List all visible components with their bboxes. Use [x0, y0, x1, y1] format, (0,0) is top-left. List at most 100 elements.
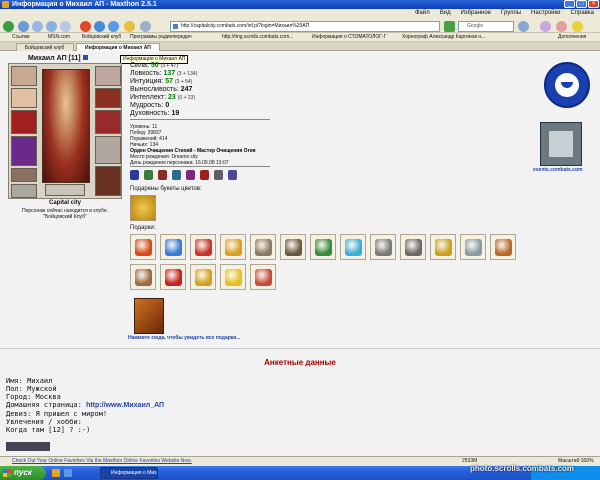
link-choreographer[interactable]: Хореограф Александр Каргинов н... — [402, 33, 485, 42]
maxthon-icon[interactable] — [3, 21, 14, 32]
window-title-bar: Информация о Михаил АП - Maxthon 2.5.1 — [0, 0, 600, 9]
gift-icon[interactable] — [490, 234, 516, 260]
refresh-icon[interactable] — [94, 21, 105, 32]
up-icon[interactable] — [46, 21, 57, 32]
search-input[interactable]: Google — [458, 21, 514, 32]
medal-icon[interactable] — [172, 170, 181, 180]
gift-icon[interactable] — [340, 234, 366, 260]
menu-file[interactable]: Файл — [415, 10, 430, 16]
maximize-button[interactable]: □ — [576, 0, 587, 8]
search-icon[interactable] — [518, 21, 529, 32]
stat-label: Выносливость: — [130, 86, 179, 93]
menu-groups[interactable]: Группы — [501, 10, 521, 16]
gift-icon[interactable] — [130, 264, 156, 290]
medal-icon[interactable] — [158, 170, 167, 180]
gift-icon[interactable] — [220, 264, 246, 290]
menu-settings[interactable]: Настройки — [531, 10, 560, 16]
gift-icon[interactable] — [220, 234, 246, 260]
location-text: Персонаж сейчас находится в клубе. "Бойц… — [8, 208, 122, 220]
see-all-gifts-link[interactable]: Нажмите сюда, чтобы увидеть все подарки.… — [128, 335, 241, 341]
gift-icon[interactable] — [430, 234, 456, 260]
slot-shield[interactable] — [95, 110, 121, 134]
tab-fight-club[interactable]: Бойцовский клуб — [16, 43, 74, 51]
rss-icon[interactable] — [572, 21, 583, 32]
mail-icon[interactable] — [556, 21, 567, 32]
stat-label: Интуиция: — [130, 78, 164, 85]
gift-icon[interactable] — [460, 234, 486, 260]
medal-icon[interactable] — [228, 170, 237, 180]
link-img-scrolls[interactable]: http://img.scrolls.combats.com... — [222, 33, 293, 42]
bouquet-icon[interactable] — [130, 195, 156, 221]
history-icon[interactable] — [140, 21, 151, 32]
slot-bracers[interactable] — [95, 88, 121, 108]
menu-favorites[interactable]: Избранное — [461, 10, 491, 16]
taskbar-item[interactable]: Информация о Михаи... — [100, 467, 158, 479]
medal-icon[interactable] — [200, 170, 209, 180]
location-club: "Бойцовский Клуб" — [43, 214, 87, 220]
quicklaunch-ie-icon[interactable] — [64, 469, 72, 477]
book-gift-icon[interactable] — [134, 298, 164, 334]
gift-image — [495, 239, 512, 256]
address-bar[interactable]: http://capitalcity.combats.com/inf.pl?lo… — [170, 21, 440, 32]
gift-icon[interactable] — [250, 234, 276, 260]
minimize-button[interactable]: _ — [564, 0, 575, 8]
events-link[interactable]: events.combats.com — [533, 167, 582, 173]
info-icon[interactable] — [82, 55, 88, 60]
gift-icon[interactable] — [280, 234, 306, 260]
menu-view[interactable]: Вид — [440, 10, 451, 16]
go-icon[interactable] — [444, 21, 455, 32]
gift-icon[interactable] — [250, 264, 276, 290]
slot-belt[interactable] — [11, 168, 37, 182]
link-links[interactable]: Ссылки — [12, 33, 30, 42]
gift-image — [315, 239, 332, 256]
stat-strength: Сила: 50 (3 + 47) — [130, 62, 197, 70]
link-msn[interactable]: MSN.com — [48, 33, 70, 42]
tools-icon[interactable] — [540, 21, 551, 32]
back-icon[interactable] — [18, 21, 29, 32]
counter-badge[interactable] — [6, 442, 50, 451]
bouquet-label: Подарены букеты цветов: — [130, 186, 202, 192]
stat-value: 0 — [165, 102, 170, 109]
gift-icon[interactable] — [190, 264, 216, 290]
medal-icon[interactable] — [214, 170, 223, 180]
link-stomatolog[interactable]: Информация о СТОМАТОЛОГ-Г — [312, 33, 386, 42]
gift-icon[interactable] — [130, 234, 156, 260]
homepage-link[interactable]: http://www.Михаил_АП — [86, 402, 164, 409]
profile-name: Имя: Михаил — [6, 377, 53, 385]
quicklaunch-maxthon-icon[interactable] — [52, 469, 60, 477]
home-icon[interactable] — [108, 21, 119, 32]
medal-icon[interactable] — [130, 170, 139, 180]
stop-icon[interactable] — [80, 21, 91, 32]
link-addons[interactable]: Дополнения — [558, 33, 586, 42]
slot-rings[interactable] — [11, 184, 37, 198]
slot-armor[interactable] — [11, 136, 37, 166]
city-emblem — [45, 184, 85, 196]
medal-icon[interactable] — [186, 170, 195, 180]
slot-amulet[interactable] — [11, 88, 37, 108]
slot-earring[interactable] — [11, 66, 37, 86]
gift-icon[interactable] — [370, 234, 396, 260]
gift-icon[interactable] — [160, 264, 186, 290]
next-icon[interactable] — [60, 21, 71, 32]
gift-icon[interactable] — [400, 234, 426, 260]
gift-icon[interactable] — [160, 234, 186, 260]
tab-character-info[interactable]: Информация о Михаил АП — [76, 43, 160, 51]
slot-helmet[interactable] — [95, 66, 121, 86]
status-message-link[interactable]: Check Out Your Online Favorites Via the … — [12, 456, 192, 466]
events-banner-icon[interactable] — [540, 122, 582, 166]
link-fight-club[interactable]: Бойцовский клуб — [82, 33, 121, 42]
stat-value: 23 — [168, 94, 176, 101]
slot-gloves[interactable] — [95, 136, 121, 164]
slot-boots[interactable] — [95, 166, 121, 196]
forward-icon[interactable] — [32, 21, 43, 32]
menu-help[interactable]: Справка — [570, 10, 594, 16]
medal-icon[interactable] — [144, 170, 153, 180]
favorites-icon[interactable] — [124, 21, 135, 32]
gift-icon[interactable] — [310, 234, 336, 260]
close-button[interactable]: × — [588, 0, 599, 8]
gift-icon[interactable] — [190, 234, 216, 260]
club-logo-icon[interactable] — [544, 62, 590, 108]
slot-weapon[interactable] — [11, 110, 37, 134]
start-button[interactable]: пуск — [0, 466, 46, 480]
link-radio-programs[interactable]: Программы радиопередач — [130, 33, 192, 42]
